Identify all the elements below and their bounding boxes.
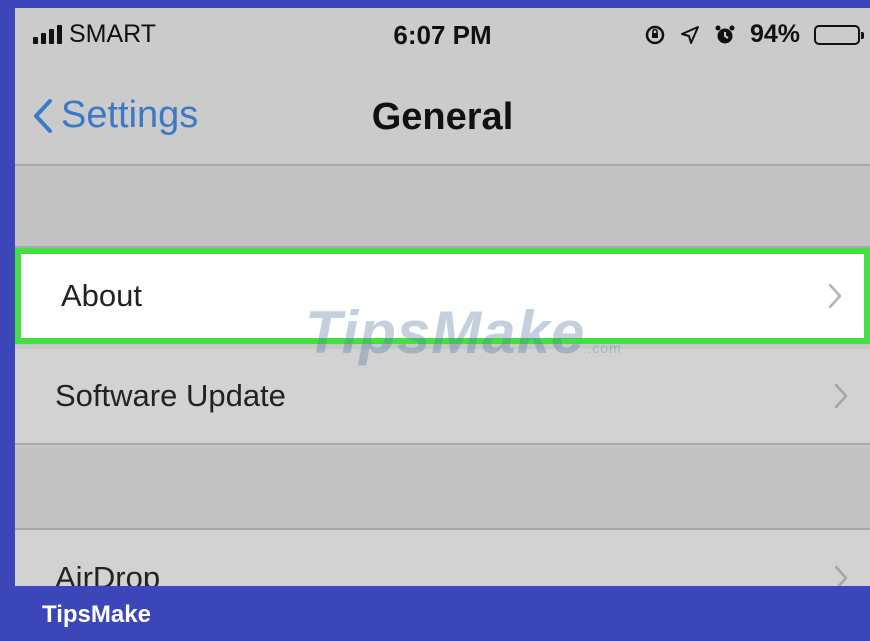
row-label-airdrop: AirDrop: [55, 560, 161, 586]
navigation-bar: Settings General: [15, 66, 870, 166]
section-gap: [15, 448, 870, 530]
brand-name: TipsMake: [42, 601, 151, 628]
battery-icon: [814, 24, 864, 45]
image-frame: SMART 6:07 PM 94% Settings General About…: [0, 0, 870, 641]
settings-row-airdrop[interactable]: AirDrop: [15, 530, 870, 586]
phone-screen: SMART 6:07 PM 94% Settings General About…: [15, 8, 870, 586]
brand-bar: TipsMake: [0, 586, 870, 641]
location-icon: [680, 25, 699, 44]
settings-row-about[interactable]: About: [15, 248, 870, 344]
chevron-right-icon: [834, 383, 848, 409]
status-bar: SMART 6:07 PM 94%: [15, 8, 870, 66]
row-label-about: About: [61, 278, 143, 313]
settings-row-software-update[interactable]: Software Update: [15, 349, 870, 445]
page-title: General: [371, 96, 514, 138]
chevron-right-icon: [834, 565, 848, 586]
battery-percent: 94%: [749, 20, 800, 48]
section-gap: [15, 166, 870, 248]
orientation-lock-icon: [645, 25, 665, 44]
chevron-right-icon: [828, 283, 842, 309]
status-indicators: 94%: [644, 20, 864, 49]
alarm-icon: [715, 25, 735, 43]
row-label-software-update: Software Update: [55, 378, 286, 413]
